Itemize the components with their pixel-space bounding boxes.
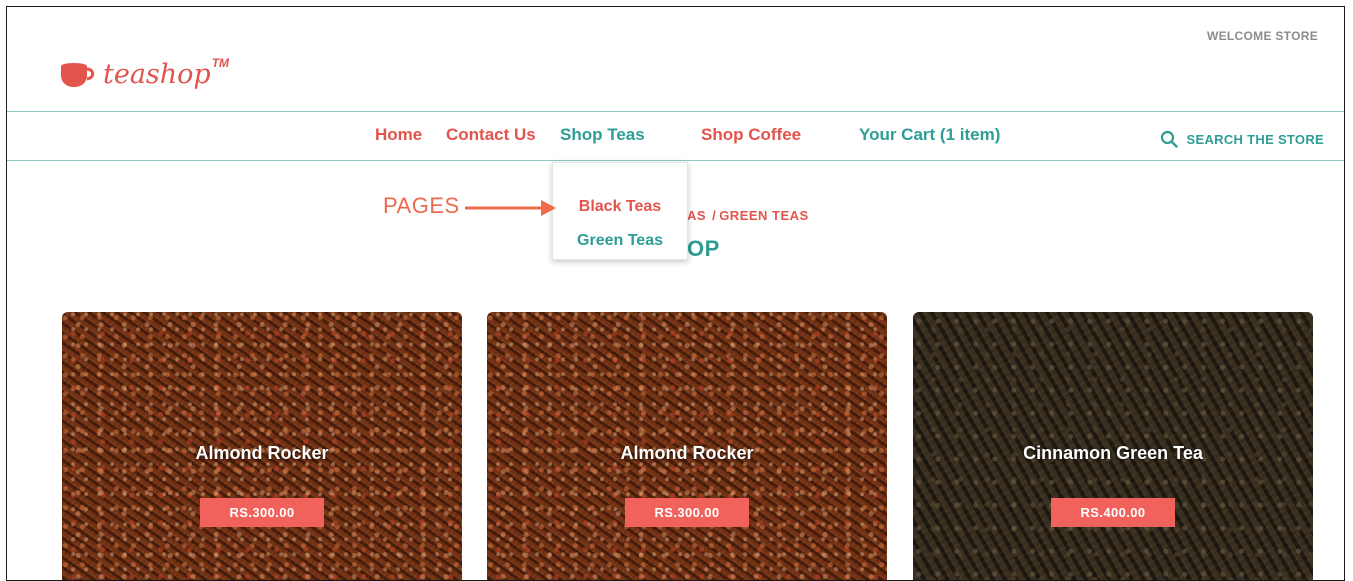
breadcrumb-separator: / (712, 208, 717, 223)
product-name: Almond Rocker (195, 443, 329, 463)
teashop-logo[interactable]: teashopTM (57, 56, 230, 90)
breadcrumb: AS / GREEN TEAS (687, 208, 809, 223)
nav-shop-coffee[interactable]: Shop Coffee (701, 125, 801, 145)
product-price-button[interactable]: RS.300.00 (625, 498, 749, 527)
nav-your-cart[interactable]: Your Cart (1 item) (859, 125, 1000, 145)
annotation-label: PAGES (383, 193, 460, 218)
dropdown-item-black-teas[interactable]: Black Teas (553, 198, 687, 216)
search-icon (1160, 130, 1178, 148)
teacup-icon (61, 62, 95, 87)
breadcrumb-partial[interactable]: AS (687, 208, 706, 223)
product-name: Cinnamon Green Tea (1023, 443, 1203, 463)
logo-text: teashopTM (103, 56, 230, 90)
shop-teas-dropdown: Black Teas Green Teas (552, 162, 688, 260)
logo-trademark: TM (211, 56, 230, 70)
page-title: OP (687, 236, 720, 261)
arrow-right-icon (465, 200, 556, 216)
product-name: Almond Rocker (620, 443, 754, 463)
breadcrumb-current: GREEN TEAS (719, 208, 809, 223)
search-store-button[interactable]: SEARCH THE STORE (1160, 130, 1324, 148)
product-card[interactable]: Almond Rocker RS.300.00 (487, 312, 887, 580)
nav-contact-us[interactable]: Contact Us (446, 125, 536, 145)
search-label: SEARCH THE STORE (1186, 131, 1324, 147)
product-price-button[interactable]: RS.400.00 (1051, 498, 1175, 527)
main-navigation: Home Contact Us Shop Teas Shop Coffee Yo… (7, 111, 1344, 161)
nav-shop-teas[interactable]: Shop Teas (560, 125, 645, 145)
product-card[interactable]: Almond Rocker RS.300.00 (62, 312, 462, 580)
dropdown-item-green-teas[interactable]: Green Teas (553, 232, 687, 250)
product-card[interactable]: Cinnamon Green Tea RS.400.00 (913, 312, 1313, 580)
product-price-button[interactable]: RS.300.00 (200, 498, 324, 527)
browser-page: WELCOME STORE teashopTM Home Contact Us … (6, 6, 1345, 581)
welcome-store-link[interactable]: WELCOME STORE (1207, 29, 1318, 43)
nav-home[interactable]: Home (375, 125, 422, 145)
